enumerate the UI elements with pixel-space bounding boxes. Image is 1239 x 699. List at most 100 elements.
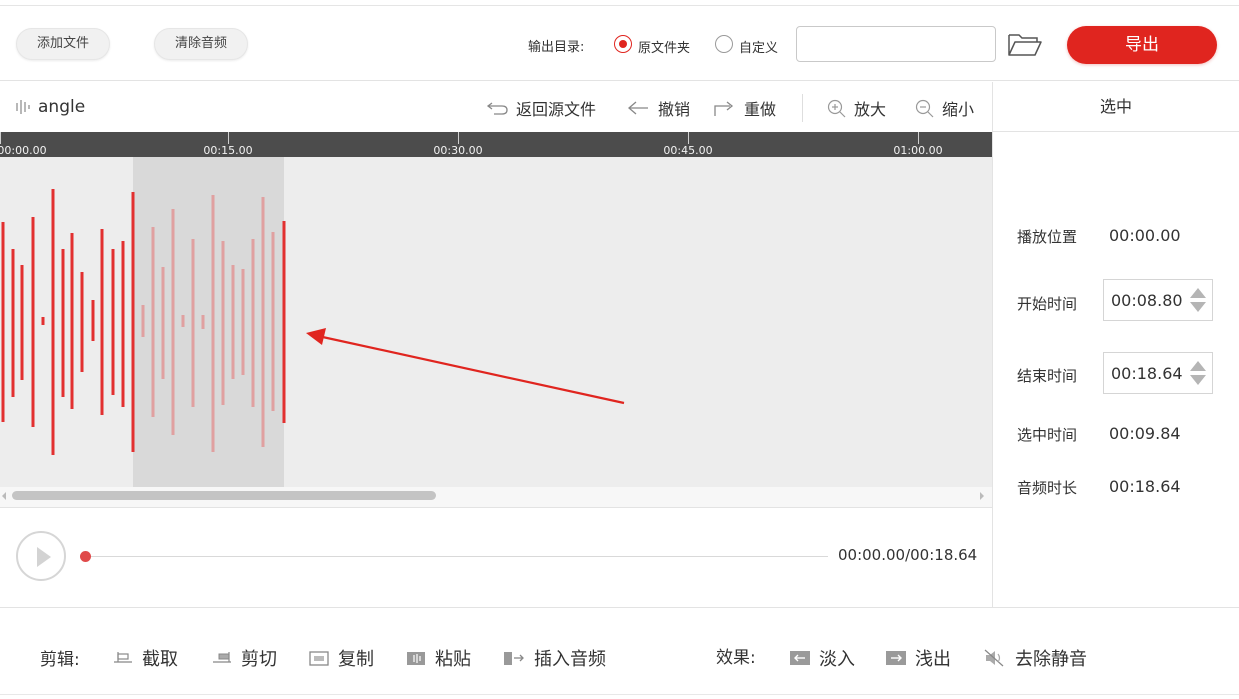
track-name: angle [38, 97, 86, 117]
selection-region[interactable] [133, 157, 284, 487]
cut-icon [213, 652, 231, 663]
scrollbar-thumb[interactable] [12, 491, 436, 500]
start-time-label: 开始时间 [1017, 295, 1078, 313]
trim-button[interactable]: 截取 [112, 645, 178, 671]
bottom-divider [0, 607, 1239, 608]
zoom-in-button[interactable]: 放大 [826, 96, 886, 120]
redo-icon [714, 101, 734, 116]
insert-audio-icon [504, 652, 524, 665]
selected-time-value: 00:09.84 [1109, 424, 1181, 443]
zoom-in-icon [827, 99, 846, 118]
radio-custom-label: 自定义 [739, 41, 779, 56]
tick-label: 00:00.00 [0, 144, 47, 157]
fade-out-button[interactable]: 浅出 [885, 645, 951, 671]
play-button[interactable] [16, 531, 66, 581]
selection-panel: 选中 播放位置 00:00.00 开始时间 00:08.80 结束时间 00:1… [992, 82, 1239, 607]
waveform-area[interactable] [0, 157, 992, 487]
fade-out-label: 浅出 [915, 649, 951, 670]
copy-icon [309, 651, 329, 666]
playback-time: 00:00.00/00:18.64 [838, 546, 978, 564]
start-time-stepper[interactable]: 00:08.80 [1103, 279, 1213, 321]
scroll-left-icon[interactable] [2, 492, 6, 500]
zoom-out-icon [915, 99, 934, 118]
duration-value: 00:18.64 [1109, 477, 1181, 496]
remove-silence-label: 去除静音 [1015, 649, 1087, 670]
mute-icon [984, 649, 1004, 667]
revert-label: 返回源文件 [516, 100, 597, 119]
paste-label: 粘贴 [435, 649, 471, 670]
radio-source-folder-label: 原文件夹 [638, 41, 691, 56]
zoom-in-label: 放大 [854, 100, 887, 119]
undo-button[interactable]: 撤销 [626, 96, 690, 120]
tick-mark [458, 132, 459, 144]
zoom-out-label: 缩小 [942, 100, 975, 119]
fade-in-label: 淡入 [819, 649, 855, 670]
end-time-up-icon[interactable] [1190, 361, 1206, 371]
tick-mark [228, 132, 229, 144]
tick-label: 01:00.00 [893, 144, 943, 157]
tick-mark [688, 132, 689, 144]
output-dir-label: 输出目录: [528, 40, 585, 55]
fade-in-button[interactable]: 淡入 [789, 645, 855, 671]
effect-label: 效果: [716, 648, 756, 668]
scroll-right-icon[interactable] [980, 492, 984, 500]
radio-source-folder[interactable] [614, 35, 632, 53]
cut-button[interactable]: 剪切 [211, 645, 277, 671]
remove-silence-button[interactable]: 去除静音 [983, 645, 1087, 671]
tick-mark [918, 132, 919, 144]
horizontal-scrollbar[interactable] [0, 487, 992, 507]
add-file-button[interactable]: 添加文件 [16, 28, 111, 60]
paste-icon [407, 652, 425, 665]
start-time-value[interactable]: 00:08.80 [1111, 291, 1183, 310]
fade-in-icon [790, 651, 810, 665]
play-position-label: 播放位置 [1017, 228, 1078, 246]
export-button[interactable]: 导出 [1067, 26, 1217, 64]
selected-time-label: 选中时间 [1017, 426, 1078, 444]
end-time-value[interactable]: 00:18.64 [1111, 364, 1183, 383]
clear-audio-button[interactable]: 清除音频 [154, 28, 249, 60]
tick-mark [0, 132, 1, 144]
tick-label: 00:45.00 [663, 144, 713, 157]
radio-custom[interactable] [715, 35, 733, 53]
waveform-icon [16, 100, 30, 114]
timeline-ruler[interactable]: 00:00.00 00:15.00 00:30.00 00:45.00 01:0… [0, 132, 992, 157]
redo-button[interactable]: 重做 [712, 96, 776, 120]
fade-out-icon [886, 651, 906, 665]
copy-label: 复制 [338, 649, 374, 670]
toolbar: 添加文件 清除音频 输出目录: 原文件夹 自定义 导出 [0, 6, 1239, 81]
start-time-down-icon[interactable] [1190, 302, 1206, 312]
duration-label: 音频时长 [1017, 479, 1078, 497]
copy-button[interactable]: 复制 [308, 645, 374, 671]
waveform-divider [0, 507, 992, 508]
insert-audio-button[interactable]: 插入音频 [502, 645, 606, 671]
return-icon [486, 102, 508, 115]
panel-title: 选中 [993, 82, 1239, 132]
trim-label: 截取 [142, 649, 178, 670]
end-time-down-icon[interactable] [1190, 375, 1206, 385]
cut-label: 剪切 [241, 649, 277, 670]
trim-icon [114, 652, 132, 663]
end-time-stepper[interactable]: 00:18.64 [1103, 352, 1213, 394]
tick-label: 00:30.00 [433, 144, 483, 157]
redo-label: 重做 [744, 100, 777, 119]
header-divider [802, 94, 803, 122]
revert-button[interactable]: 返回源文件 [486, 96, 596, 120]
paste-button[interactable]: 粘贴 [405, 645, 471, 671]
folder-open-icon[interactable] [1007, 32, 1043, 58]
editor-header: angle 返回源文件 撤销 重做 放大 缩小 [0, 82, 992, 132]
undo-label: 撤销 [658, 100, 691, 119]
edit-label: 剪辑: [40, 650, 80, 670]
start-time-up-icon[interactable] [1190, 288, 1206, 298]
track-title: angle [14, 97, 85, 117]
undo-icon [628, 101, 648, 115]
play-position-value: 00:00.00 [1109, 226, 1181, 245]
playback-progress-knob[interactable] [80, 551, 91, 562]
end-time-label: 结束时间 [1017, 367, 1078, 385]
zoom-out-button[interactable]: 缩小 [914, 96, 974, 120]
output-path-input[interactable] [796, 26, 996, 62]
waveform[interactable] [0, 157, 992, 487]
annotation-arrow [306, 328, 625, 405]
tick-label: 00:15.00 [203, 144, 253, 157]
insert-audio-label: 插入音频 [534, 649, 606, 670]
playback-progress-track[interactable] [86, 556, 828, 557]
